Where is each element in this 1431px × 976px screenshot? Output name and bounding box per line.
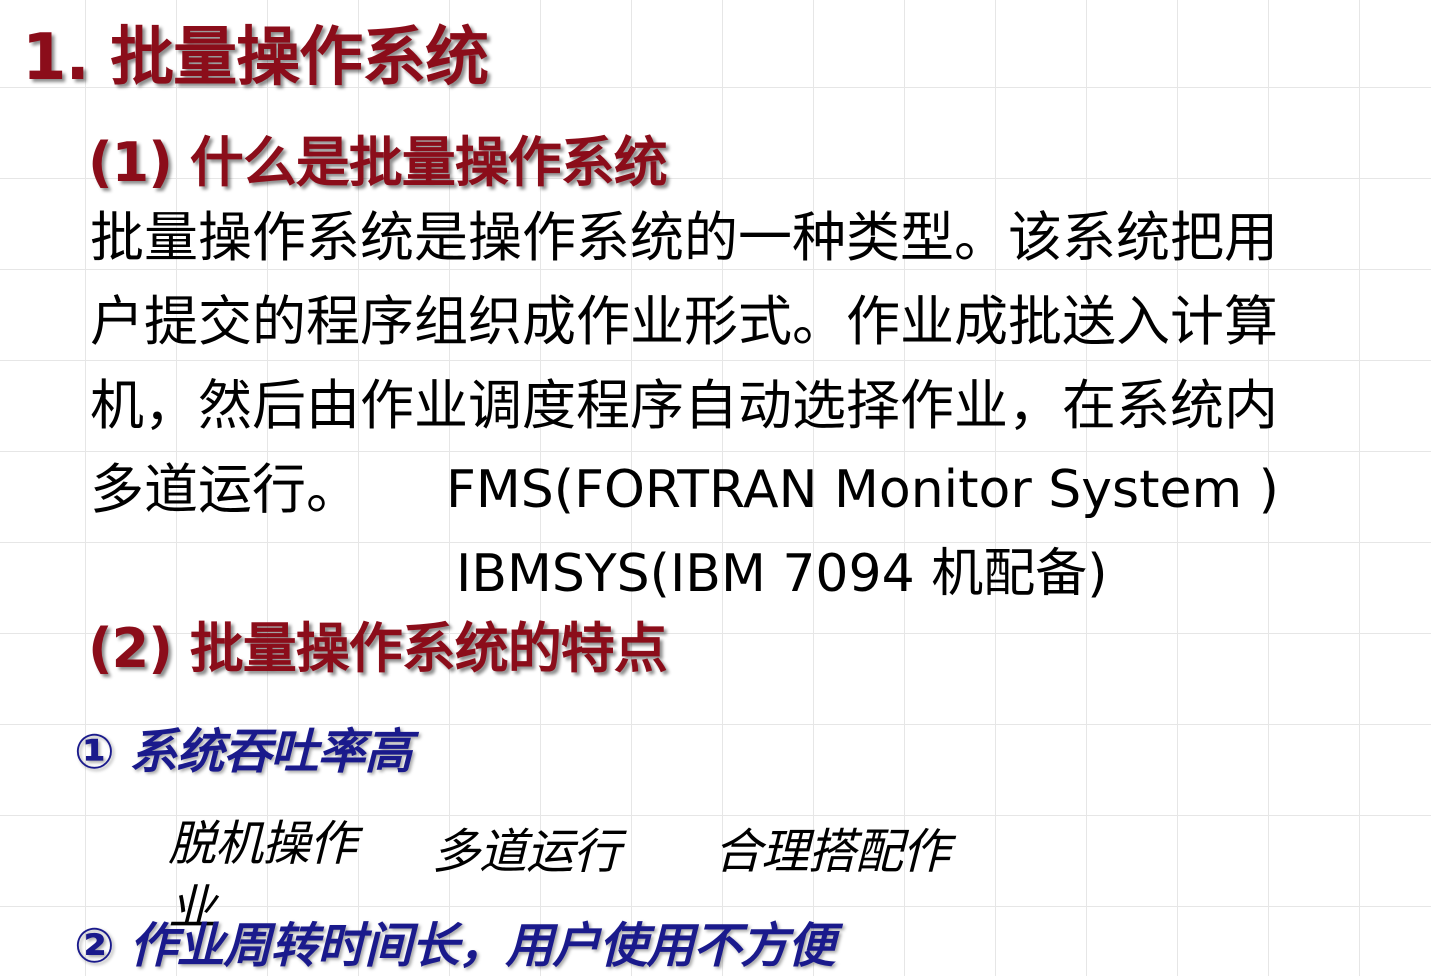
definition-line-4: 多道运行。 [90,458,360,521]
section-heading-features: (2) 批量操作系统的特点 [88,617,668,680]
definition-line-1: 批量操作系统是操作系统的一种类型。该系统把用 [90,206,1278,269]
slide-title: 1. 批量操作系统 [22,21,489,95]
definition-line-2: 户提交的程序组织成作业形式。作业成批送入计算 [90,290,1278,353]
feature-turnaround: ② 作业周转时间长，用户使用不方便 [74,918,835,974]
example-fms: FMS(FORTRAN Monitor System ) [446,460,1279,520]
sub-item-multiprogramming: 多道运行 [432,824,621,880]
sub-item-job-mix: 合理搭配作 [714,824,950,880]
feature-throughput: ① 系统吞吐率高 [74,724,412,780]
example-ibmsys: IBMSYS(IBM 7094 机配备) [456,544,1108,604]
section-heading-what-is: (1) 什么是批量操作系统 [88,131,668,194]
definition-line-3: 机，然后由作业调度程序自动选择作业，在系统内 [90,374,1278,437]
